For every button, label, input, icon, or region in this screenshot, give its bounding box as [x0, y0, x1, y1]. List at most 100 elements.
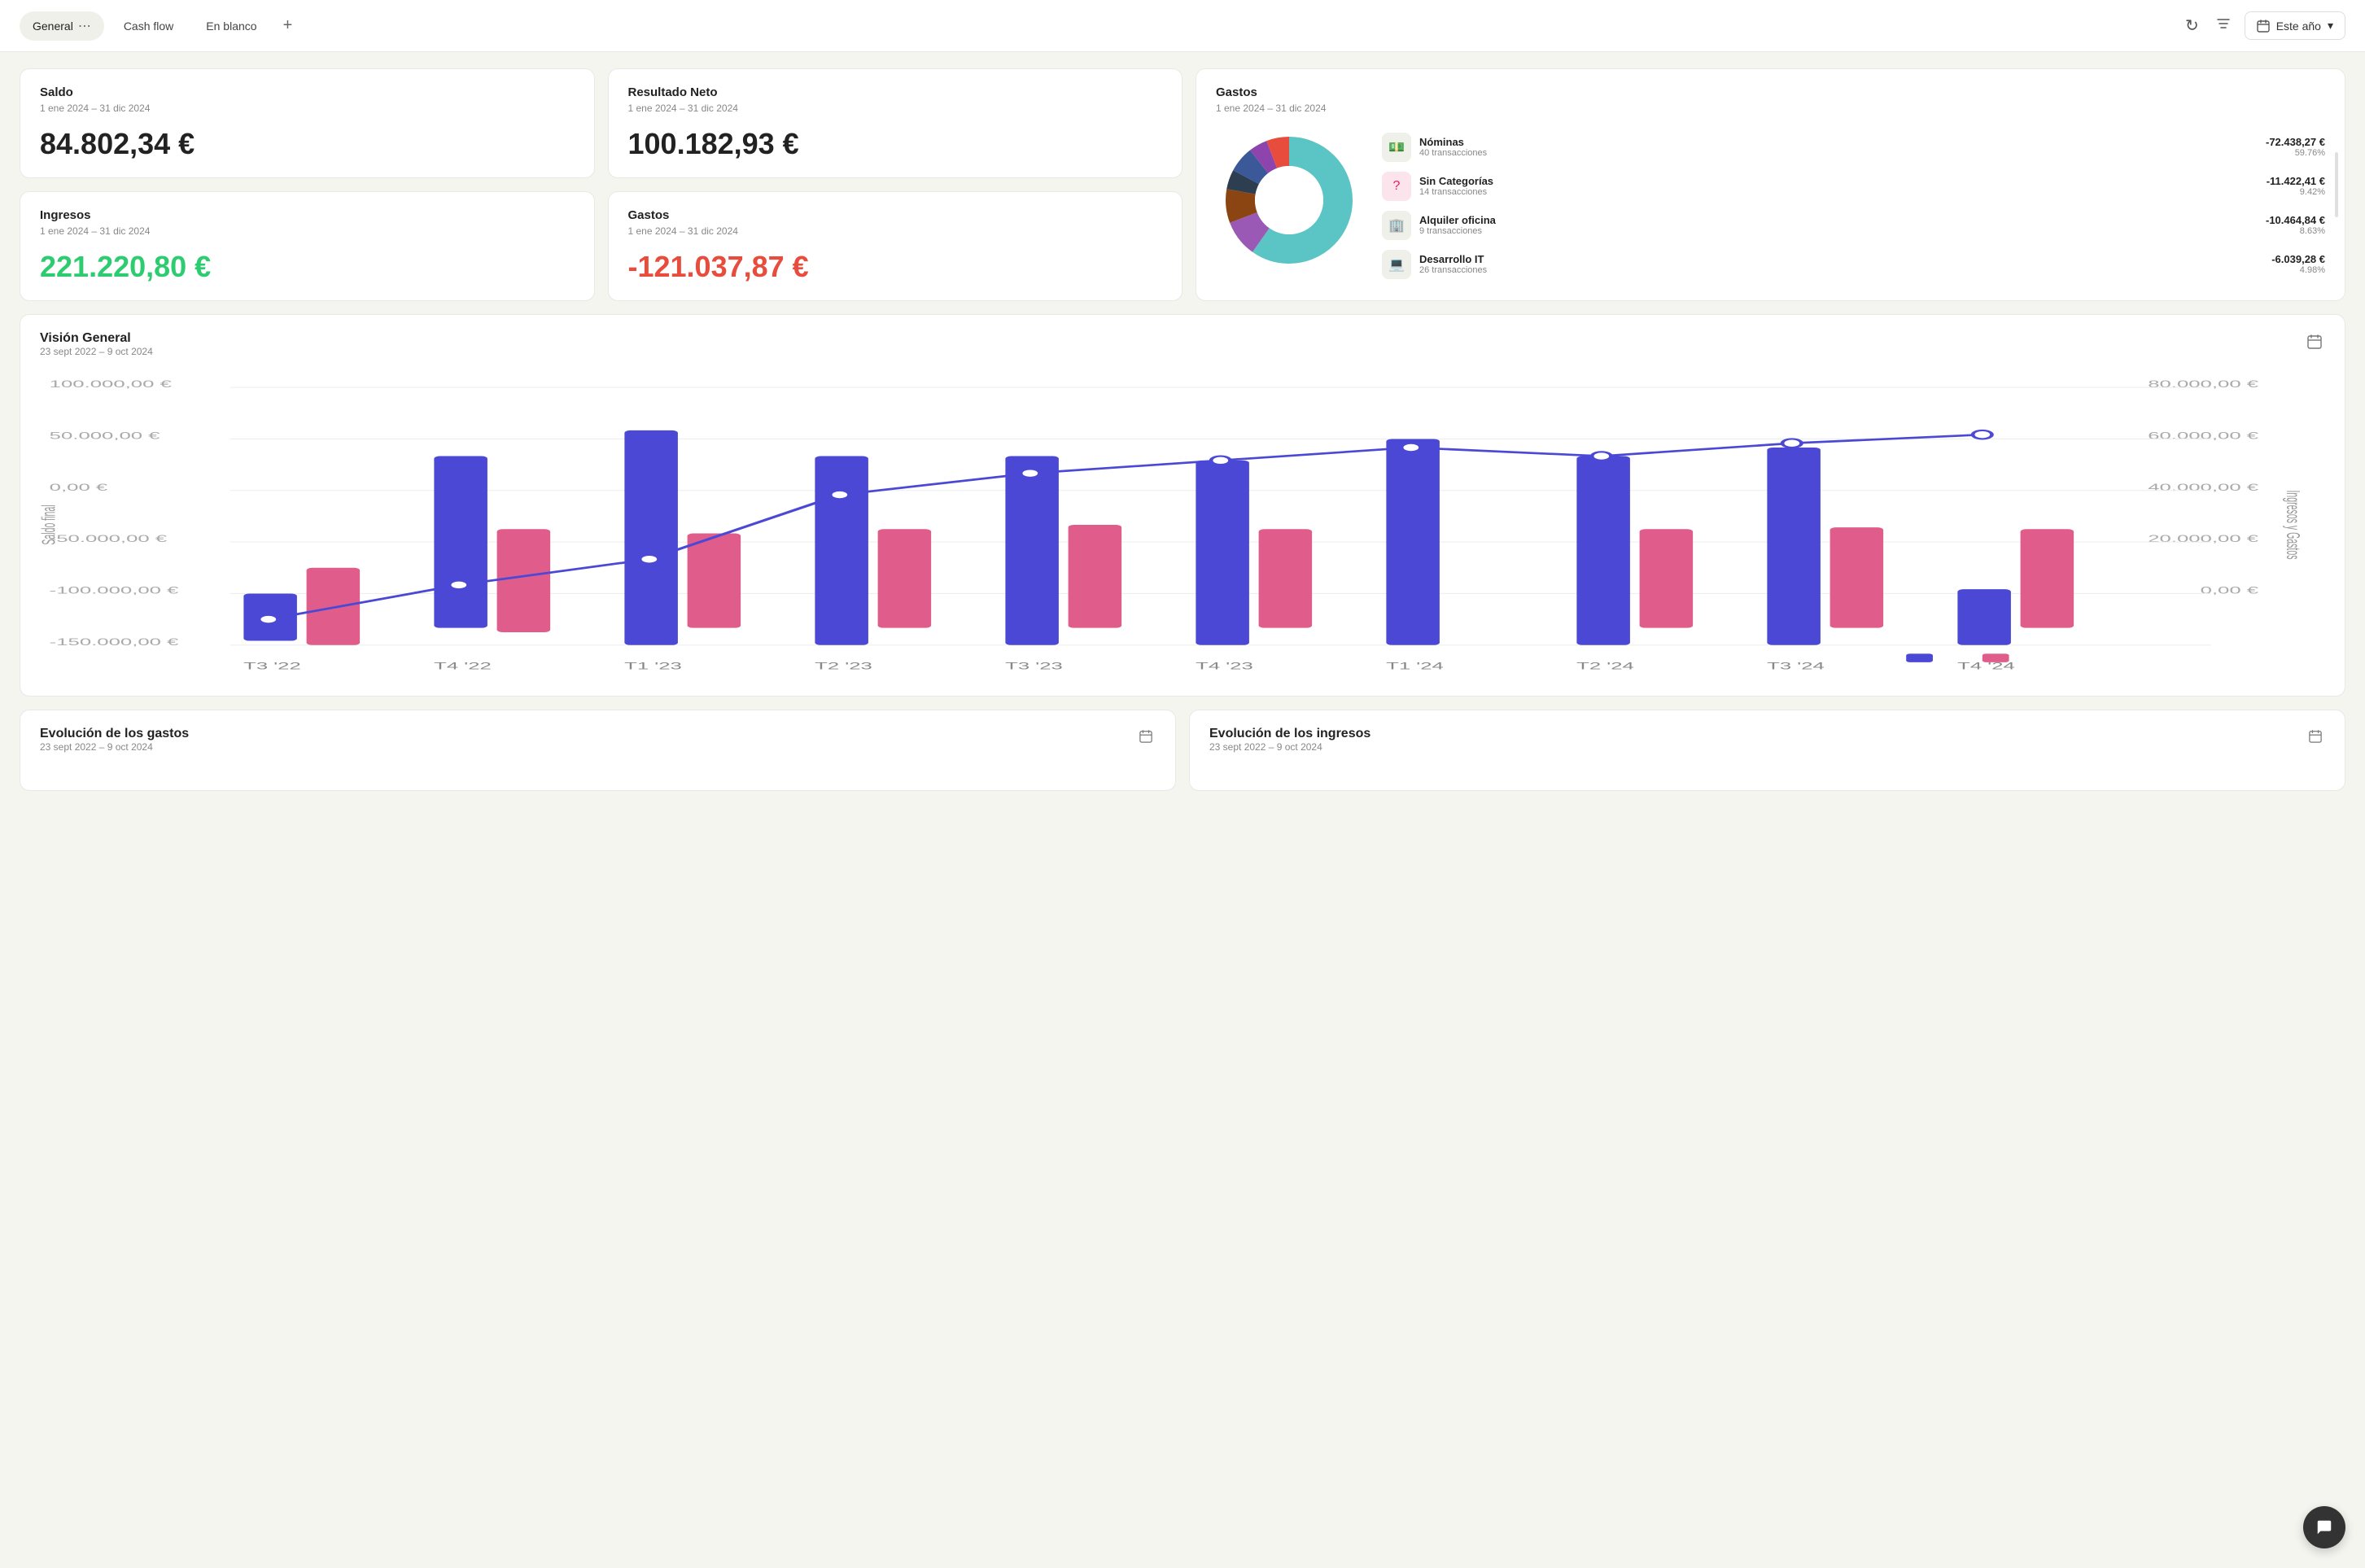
gastos-big-date: 1 ene 2024 – 31 dic 2024 — [1216, 103, 2325, 114]
desarrolloit-amount: -6.039,28 € — [2271, 253, 2325, 265]
gastos-item-alquiler: 🏢 Alquiler oficina 9 transacciones -10.4… — [1382, 211, 2325, 240]
nominas-trans: 40 transacciones — [1419, 148, 2258, 158]
bar-red-t1-23 — [688, 534, 741, 628]
sincategoria-amount: -11.422,41 € — [2267, 175, 2325, 187]
line-dot-t4-23 — [1211, 456, 1230, 465]
nominas-amount: -72.438,27 € — [2266, 136, 2325, 148]
chat-icon — [2315, 1518, 2333, 1536]
bar-red-t3-24 — [1830, 527, 1884, 627]
resultado-card: Resultado Neto 1 ene 2024 – 31 dic 2024 … — [608, 68, 1183, 178]
svg-text:T3 '22: T3 '22 — [243, 661, 301, 671]
svg-text:-150.000,00 €: -150.000,00 € — [50, 637, 179, 648]
bar-blue-t3-24 — [1767, 448, 1821, 645]
gastos-item-sincategoria: ? Sin Categorías 14 transacciones -11.42… — [1382, 172, 2325, 201]
calendar-icon — [2307, 334, 2322, 349]
bar-red-t4-24 — [2021, 529, 2074, 627]
evolucion-gastos-date: 23 sept 2022 – 9 oct 2024 — [40, 741, 189, 753]
svg-text:T1 '24: T1 '24 — [1386, 661, 1444, 671]
gastos-big-card: Gastos 1 ene 2024 – 31 dic 2024 — [1196, 68, 2345, 301]
add-tab-button[interactable]: + — [277, 13, 299, 38]
svg-text:Saldo final: Saldo final — [40, 504, 59, 544]
filter-icon — [2215, 15, 2232, 32]
gastos-list: 💵 Nóminas 40 transacciones -72.438,27 € … — [1382, 127, 2325, 284]
nominas-pct: 59.76% — [2266, 148, 2325, 158]
bar-red-t3-22 — [307, 568, 361, 645]
bar-blue-t1-24 — [1386, 439, 1440, 644]
chevron-down-icon: ▾ — [2328, 19, 2333, 33]
menu-dots-icon[interactable]: ⋯ — [78, 18, 91, 34]
resultado-value: 100.182,93 € — [628, 127, 1163, 161]
saldo-title: Saldo — [40, 85, 575, 99]
chart-calendar-button[interactable] — [2304, 331, 2325, 356]
svg-text:-100.000,00 €: -100.000,00 € — [50, 586, 179, 596]
svg-text:50.000,00 €: 50.000,00 € — [50, 431, 160, 442]
main-content: Saldo 1 ene 2024 – 31 dic 2024 84.802,34… — [0, 52, 2365, 807]
gastos-inner: 💵 Nóminas 40 transacciones -72.438,27 € … — [1216, 127, 2325, 284]
evolucion-gastos-title: Evolución de los gastos — [40, 727, 189, 741]
bar-red-t2-24 — [1640, 529, 1694, 627]
svg-text:T1 '23: T1 '23 — [624, 661, 682, 671]
sincategoria-pct: 9.42% — [2267, 187, 2325, 197]
svg-text:60.000,00 €: 60.000,00 € — [2148, 431, 2258, 442]
gastos-big-title: Gastos — [1216, 85, 2325, 99]
ingresos-value: 221.220,80 € — [40, 250, 575, 284]
alquiler-pct: 8.63% — [2266, 226, 2325, 236]
alquiler-amount: -10.464,84 € — [2266, 214, 2325, 226]
sincategoria-trans: 14 transacciones — [1419, 187, 2258, 197]
tab-enblanco[interactable]: En blanco — [193, 13, 269, 39]
evolucion-ingresos-card: Evolución de los ingresos 23 sept 2022 –… — [1189, 710, 2345, 791]
svg-text:T4 '24: T4 '24 — [1957, 661, 2015, 671]
svg-text:T2 '24: T2 '24 — [1576, 661, 1634, 671]
svg-text:-50.000,00 €: -50.000,00 € — [50, 534, 167, 544]
sincategoria-name: Sin Categorías — [1419, 175, 2258, 187]
svg-text:0,00 €: 0,00 € — [50, 483, 108, 493]
donut-chart — [1216, 127, 1362, 273]
alquiler-trans: 9 transacciones — [1419, 226, 2258, 236]
top-cards-row: Saldo 1 ene 2024 – 31 dic 2024 84.802,34… — [20, 68, 2345, 301]
line-dot-t1-23 — [640, 555, 658, 564]
tab-general[interactable]: General ⋯ — [20, 11, 104, 41]
line-dot-t4-22 — [449, 581, 468, 590]
filter-button[interactable] — [2212, 12, 2235, 39]
scroll-hint — [2335, 152, 2338, 217]
bar-red-t4-22 — [497, 529, 551, 632]
alquiler-icon: 🏢 — [1382, 211, 1411, 240]
date-selector-button[interactable]: Este año ▾ — [2245, 11, 2345, 40]
saldo-card: Saldo 1 ene 2024 – 31 dic 2024 84.802,34… — [20, 68, 595, 178]
nominas-name: Nóminas — [1419, 136, 2258, 148]
gastos-small-date: 1 ene 2024 – 31 dic 2024 — [628, 225, 1163, 237]
desarrolloit-name: Desarrollo IT — [1419, 253, 2263, 265]
chat-button[interactable] — [2303, 1506, 2345, 1548]
line-dot-t4-24 — [1973, 430, 1991, 439]
line-dot-t3-23 — [1021, 469, 1039, 478]
svg-text:100.000,00 €: 100.000,00 € — [50, 379, 172, 390]
nominas-icon: 💵 — [1382, 133, 1411, 162]
bar-blue-t1-23 — [624, 430, 678, 645]
line-dot-t1-24 — [1401, 443, 1420, 452]
svg-text:40.000,00 €: 40.000,00 € — [2148, 483, 2258, 493]
vision-title: Visión General — [40, 331, 153, 346]
vision-chart-svg: 100.000,00 € 50.000,00 € 0,00 € -50.000,… — [40, 370, 2325, 679]
evolucion-ingresos-date: 23 sept 2022 – 9 oct 2024 — [1209, 741, 1370, 753]
desarrolloit-pct: 4.98% — [2271, 265, 2325, 275]
resultado-title: Resultado Neto — [628, 85, 1163, 99]
svg-text:20.000,00 €: 20.000,00 € — [2148, 534, 2258, 544]
calendar-icon — [2309, 730, 2322, 743]
tab-cashflow[interactable]: Cash flow — [111, 13, 186, 39]
bar-blue-t4-23 — [1196, 461, 1249, 645]
alquiler-name: Alquiler oficina — [1419, 214, 2258, 226]
svg-text:T3 '23: T3 '23 — [1005, 661, 1063, 671]
evolucion-ingresos-calendar-button[interactable] — [2306, 727, 2325, 750]
bar-blue-t3-23 — [1005, 456, 1059, 645]
gastos-small-title: Gastos — [628, 208, 1163, 222]
center-cards: Resultado Neto 1 ene 2024 – 31 dic 2024 … — [608, 68, 1183, 301]
evolucion-gastos-calendar-button[interactable] — [1136, 727, 1156, 750]
saldo-value: 84.802,34 € — [40, 127, 575, 161]
vision-general-card: Visión General 23 sept 2022 – 9 oct 2024… — [20, 314, 2345, 697]
evolucion-gastos-card: Evolución de los gastos 23 sept 2022 – 9… — [20, 710, 1176, 791]
top-navigation: General ⋯ Cash flow En blanco + ↻ Este a… — [0, 0, 2365, 52]
refresh-button[interactable]: ↻ — [2182, 12, 2202, 39]
desarrolloit-trans: 26 transacciones — [1419, 265, 2263, 275]
svg-text:Ingresos y Gastos: Ingresos y Gastos — [2283, 490, 2304, 559]
gastos-small-value: -121.037,87 € — [628, 250, 1163, 284]
